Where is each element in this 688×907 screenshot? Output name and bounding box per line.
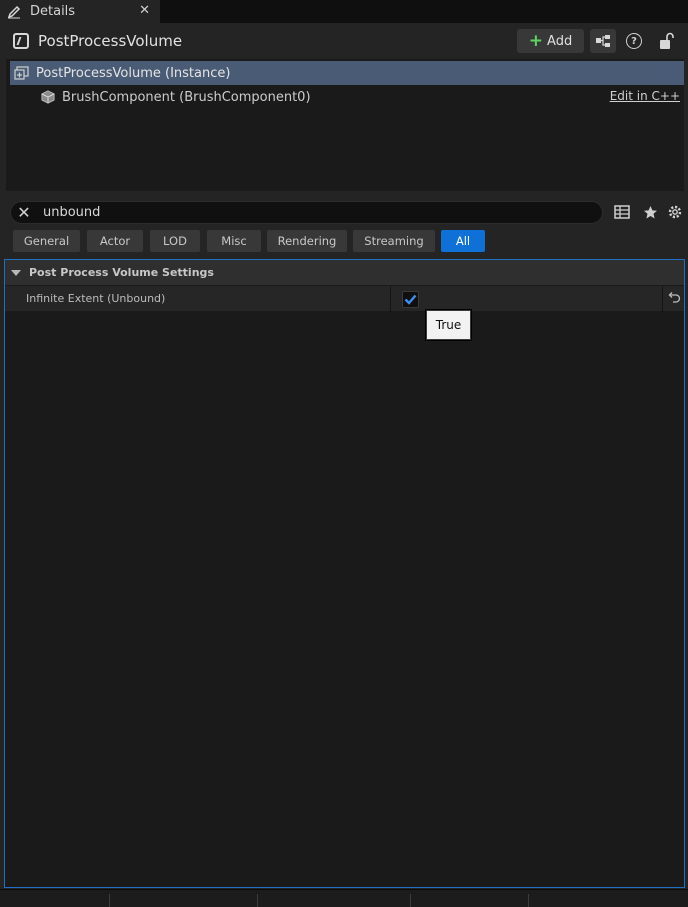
filter-lod[interactable]: LOD: [150, 230, 200, 252]
actor-name: PostProcessVolume: [38, 32, 183, 50]
clear-search-icon[interactable]: ✕: [16, 205, 32, 221]
tree-item-instance[interactable]: PostProcessVolume (Instance): [10, 61, 684, 85]
chevron-down-icon: [11, 269, 21, 276]
status-separator: [257, 894, 258, 907]
component-tree: PostProcessVolume (Instance) BrushCompon…: [6, 59, 684, 191]
filter-rendering[interactable]: Rendering: [267, 230, 347, 252]
edit-in-cpp-link[interactable]: Edit in C++: [610, 89, 680, 103]
details-header: PostProcessVolume + Add ?: [0, 23, 688, 59]
search-bar[interactable]: ✕ unbound: [10, 201, 603, 224]
filter-actor[interactable]: Actor: [87, 230, 143, 252]
table-view-icon[interactable]: [613, 203, 631, 221]
details-view: Post Process Volume Settings Infinite Ex…: [4, 259, 685, 888]
tree-item-brush-component[interactable]: BrushComponent (BrushComponent0) Edit in…: [10, 85, 684, 109]
status-separator: [109, 894, 110, 907]
status-separator: [528, 894, 529, 907]
reset-to-default-icon[interactable]: [668, 291, 682, 305]
value-tooltip: True: [426, 310, 471, 340]
filter-general[interactable]: General: [13, 230, 80, 252]
actor-icon: [13, 33, 29, 49]
favorites-star-icon[interactable]: [641, 203, 659, 221]
help-icon[interactable]: ?: [626, 33, 642, 49]
pencil-icon: [6, 4, 22, 20]
reset-column-divider: [662, 286, 663, 312]
status-separator: [410, 894, 411, 907]
close-icon[interactable]: ✕: [139, 3, 150, 18]
unlock-icon[interactable]: [659, 32, 675, 50]
category-header[interactable]: Post Process Volume Settings: [5, 260, 684, 285]
tree-item-label: BrushComponent (BrushComponent0): [62, 89, 311, 105]
cube-icon: [41, 90, 55, 104]
settings-gear-icon[interactable]: [666, 203, 684, 221]
filter-all[interactable]: All: [441, 230, 485, 252]
property-name: Infinite Extent (Unbound): [26, 292, 166, 305]
column-splitter[interactable]: [390, 286, 391, 312]
tab-title: Details: [30, 4, 76, 19]
category-title: Post Process Volume Settings: [29, 266, 214, 279]
search-input[interactable]: unbound: [43, 205, 100, 220]
check-icon: [404, 294, 417, 305]
infinite-extent-checkbox[interactable]: [402, 291, 419, 308]
volume-icon: [14, 66, 29, 80]
details-panel: PostProcessVolume + Add ? PostProcessVol…: [0, 23, 688, 889]
tree-item-label: PostProcessVolume (Instance): [36, 65, 231, 81]
blueprint-hierarchy-icon: [596, 35, 610, 47]
status-bar: [0, 889, 688, 907]
add-button[interactable]: + Add: [517, 29, 584, 53]
property-row: Infinite Extent (Unbound): [5, 285, 684, 312]
plus-icon: +: [528, 30, 544, 51]
filter-streaming[interactable]: Streaming: [353, 230, 435, 252]
tab-bar: Details ✕: [0, 0, 688, 23]
tab-details[interactable]: Details ✕: [0, 0, 160, 23]
hierarchy-button[interactable]: [590, 29, 616, 53]
filter-misc[interactable]: Misc: [207, 230, 261, 252]
add-button-label: Add: [547, 33, 573, 49]
